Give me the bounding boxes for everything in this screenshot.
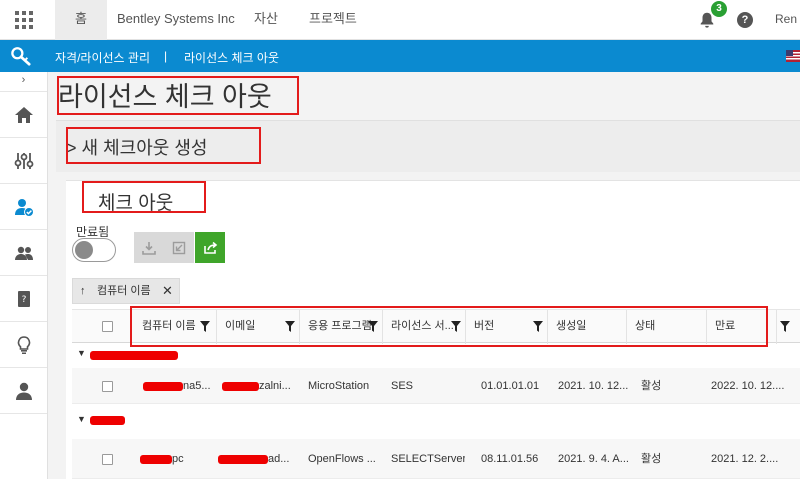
home-icon (14, 106, 33, 123)
table-header: 컴퓨터 이름 이메일 응용 프로그램 라이선스 서... 버전 생성일 상태 만… (72, 309, 800, 344)
sort-ascending-icon: ↑ (80, 285, 86, 297)
download-icon (142, 241, 156, 255)
column-header-status[interactable]: 상태 (627, 310, 707, 344)
lightbulb-icon (17, 335, 30, 354)
column-header-expires[interactable]: 만료 (707, 310, 777, 344)
top-navigation-bar: 홈 Bentley Systems Inc 자산 프로젝트 3 ? Ren Z (0, 0, 800, 40)
cell-version: 08.11.01.56 (481, 453, 539, 465)
redacted-computer-name (140, 455, 172, 464)
user-name[interactable]: Ren Z (775, 12, 800, 26)
return-license-button[interactable] (164, 232, 194, 263)
cell-expires: 2021. 12. 2.... (711, 453, 779, 465)
breadcrumb-parent[interactable]: 자격/라이선스 관리 (55, 49, 150, 66)
tab-home[interactable]: 홈 (55, 0, 107, 40)
filter-icon[interactable] (200, 321, 210, 332)
page-title: 라이선스 체크 아웃 (58, 82, 272, 112)
row-checkbox[interactable] (102, 381, 113, 392)
new-checkout-section-title[interactable]: > 새 체크아웃 생성 (66, 134, 207, 160)
help-icon[interactable]: ? (737, 12, 753, 28)
redacted-computer-name (143, 382, 183, 391)
group-collapse-caret-icon[interactable]: ▼ (77, 348, 86, 358)
app-launcher-icon[interactable] (0, 0, 48, 40)
tab-projects[interactable]: 프로젝트 (309, 0, 357, 40)
table-row[interactable]: pc ad... OpenFlows ... SELECTServer 08.1… (72, 439, 800, 479)
cell-created-date: 2021. 9. 4. A... (558, 453, 629, 465)
sidebar-item-profile[interactable] (0, 368, 47, 414)
cell-version: 01.01.01.01 (481, 380, 540, 392)
cell-computer-name: pc (172, 453, 184, 465)
sidebar-expand-chevron-icon[interactable]: › (0, 72, 47, 92)
person-icon (15, 382, 32, 400)
cell-computer-name: na5... (183, 380, 211, 392)
sort-chip-label: 컴퓨터 이름 (97, 285, 151, 297)
cell-application: MicroStation (308, 380, 370, 392)
export-share-icon (203, 241, 217, 254)
sort-chip[interactable]: ↑ 컴퓨터 이름 ✕ (72, 278, 180, 304)
group-header-row[interactable]: ▼ (72, 411, 800, 433)
filter-icon[interactable] (533, 321, 543, 332)
redacted-group-name (90, 351, 178, 360)
tab-assets[interactable]: 자산 (254, 0, 278, 40)
filter-icon[interactable] (368, 321, 378, 332)
key-wrench-icon (11, 47, 31, 66)
expired-toggle[interactable] (72, 238, 116, 262)
table-row[interactable]: na5... zalni... MicroStation SES 01.01.0… (72, 368, 800, 404)
book-icon: ? (17, 290, 30, 307)
download-button[interactable] (134, 232, 164, 263)
users-icon (14, 246, 33, 260)
tab-organization[interactable]: Bentley Systems Inc (117, 0, 235, 40)
filter-icon[interactable] (780, 321, 790, 332)
svg-text:?: ? (21, 295, 26, 305)
column-header-license-server[interactable]: 라이선스 서... (383, 310, 466, 344)
column-header-created-date[interactable]: 생성일 (548, 310, 627, 344)
remove-sort-close-icon[interactable]: ✕ (162, 279, 173, 303)
column-header-application[interactable]: 응용 프로그램 (300, 310, 383, 344)
filter-icon[interactable] (285, 321, 295, 332)
group-collapse-caret-icon[interactable]: ▼ (77, 414, 86, 424)
column-header-email[interactable]: 이메일 (217, 310, 300, 344)
cell-application: OpenFlows ... (308, 453, 376, 465)
checkout-list-title: 체크 아웃 (98, 193, 174, 214)
cell-license-server: SELECTServer (391, 453, 465, 465)
sidebar: › ? (0, 72, 48, 479)
cell-created-date: 2021. 10. 12.... (558, 380, 628, 392)
sliders-icon (14, 152, 33, 169)
sidebar-item-licenses[interactable] (0, 184, 47, 230)
select-all-checkbox[interactable] (102, 321, 113, 332)
cell-license-server: SES (391, 380, 414, 392)
redacted-email (218, 455, 268, 464)
sidebar-item-users[interactable] (0, 230, 47, 276)
group-header-row[interactable]: ▼ (72, 345, 800, 367)
filter-icon[interactable] (451, 321, 461, 332)
sidebar-item-settings[interactable] (0, 138, 47, 184)
cell-status: 활성 (641, 380, 662, 392)
cell-email: ad... (268, 453, 290, 465)
notification-count-badge: 3 (711, 1, 727, 17)
sidebar-item-home[interactable] (0, 92, 47, 138)
return-icon (172, 241, 186, 254)
export-button[interactable] (195, 232, 225, 263)
cell-status: 활성 (641, 453, 662, 465)
user-check-icon (14, 198, 34, 217)
redacted-group-name (90, 416, 125, 425)
breadcrumb-current: 라이선스 체크 아웃 (184, 51, 279, 65)
breadcrumb-bar: 자격/라이선스 관리 | 라이선스 체크 아웃 (0, 40, 800, 72)
sidebar-item-documentation[interactable]: ? (0, 276, 47, 322)
us-flag-icon[interactable] (786, 50, 800, 62)
cell-expires: 2022. 10. 12.... (711, 380, 785, 392)
column-header-computer-name[interactable]: 컴퓨터 이름 (132, 310, 217, 344)
main-content: 라이선스 체크 아웃 > 새 체크아웃 생성 체크 아웃 만료됨 ↑ 컴퓨터 이… (48, 72, 800, 479)
cell-email: zalni... (259, 380, 291, 392)
row-checkbox[interactable] (102, 454, 113, 465)
sidebar-item-ideas[interactable] (0, 322, 47, 368)
column-header-version[interactable]: 버전 (466, 310, 548, 344)
redacted-email (222, 382, 259, 391)
breadcrumb-separator: | (164, 49, 168, 63)
